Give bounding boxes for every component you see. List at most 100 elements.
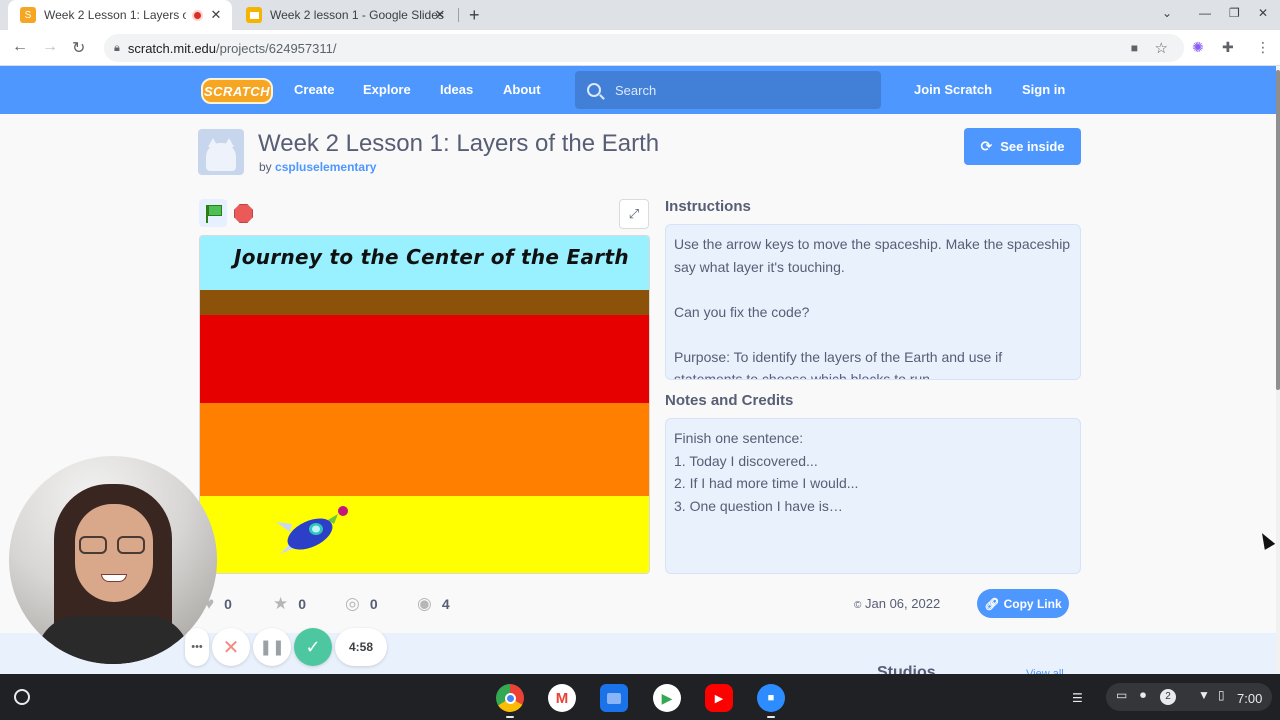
mouse-cursor-icon [1256,530,1276,550]
instructions-heading: Instructions [665,198,751,215]
see-inside-button[interactable]: ⟳ See inside [964,128,1081,165]
clipboard-icon[interactable]: ☰ [1072,691,1083,705]
os-shelf: M ▶ ▶ ■ ☰ ▭ ⏺ 2 ▼ ▯ 7:00 [0,674,1280,720]
project-stage[interactable]: Journey to the Center of the Earth [199,235,650,574]
close-window-icon[interactable]: ✕ [1258,6,1268,20]
youtube-app-icon[interactable]: ▶ [705,684,733,712]
tab-close-icon[interactable]: ✕ [432,7,448,23]
nav-explore[interactable]: Explore [363,82,411,97]
project-title: Week 2 Lesson 1: Layers of the Earth [258,130,660,157]
recorder-done-icon[interactable]: ✓ [294,628,332,666]
tab-google-slides[interactable]: Week 2 lesson 1 - Google Slides ✕ [234,0,456,30]
extensions-puzzle-icon[interactable]: ✚ [1222,39,1234,56]
views-stat: ◉ 4 [417,594,450,614]
join-scratch-link[interactable]: Join Scratch [914,82,992,97]
copyright-icon: © [854,600,862,611]
recording-indicator-icon [192,9,203,21]
nav-about[interactable]: About [503,82,541,97]
slides-favicon-icon [246,7,262,23]
lock-icon: 🔒︎ [114,41,120,54]
battery-icon: ▯ [1218,688,1225,702]
url-path: /projects/624957311/ [216,40,337,56]
share-date: © Jan 06, 2022 [854,596,940,611]
remix-arrows-icon: ⟳ [980,138,993,154]
back-arrow-icon[interactable]: ← [12,38,28,56]
notes-heading: Notes and Credits [665,392,794,409]
record-icon: ⏺ [1140,688,1147,702]
favorite-stat[interactable]: ★ 0 [273,594,306,614]
instructions-panel[interactable]: Use the arrow keys to move the spaceship… [665,224,1081,380]
notes-line: 2. If I had more time I would... [674,475,859,491]
extension-flower-icon[interactable]: ✺ [1192,39,1204,56]
forward-arrow-icon[interactable]: → [42,38,58,56]
presenter-mouth [101,574,127,582]
notes-line: Finish one sentence: [674,430,804,446]
tab-close-icon[interactable]: ✕ [208,7,224,23]
layer-mantle [200,315,649,403]
reload-icon[interactable]: ↻ [72,38,85,58]
running-indicator [506,716,514,718]
screen-cast-icon: ▭ [1116,688,1128,702]
author-link[interactable]: cspluselementary [275,160,376,174]
see-inside-label: See inside [1000,139,1065,154]
tab-search-chevron-icon[interactable]: ⌄ [1162,6,1172,20]
wifi-icon: ▼ [1198,688,1210,702]
recorder-timer: 4:58 [335,628,387,666]
gmail-app-icon[interactable]: M [548,684,576,712]
layer-crust [200,290,649,315]
search-input[interactable] [615,82,865,98]
notes-panel[interactable]: Finish one sentence: 1. Today I discover… [665,418,1081,574]
address-bar[interactable]: 🔒︎ scratch.mit.edu/projects/624957311/ ■… [104,34,1184,62]
by-label: by [259,160,272,174]
browser-menu-icon[interactable]: ⋮ [1256,39,1270,56]
bookmark-star-icon[interactable]: ☆ [1155,39,1168,57]
tab-separator [458,8,459,22]
notes-line: 1. Today I discovered... [674,452,818,469]
love-count: 0 [224,596,232,612]
minimize-icon[interactable]: — [1199,6,1211,20]
layer-inner-core [200,496,649,573]
url-host: scratch.mit.edu [127,40,217,56]
restore-icon[interactable]: ❐ [1229,6,1240,20]
stop-sign-icon[interactable] [234,204,253,223]
recorder-pause-icon[interactable]: ❚❚ [253,628,291,666]
tab-scratch-project[interactable]: S Week 2 Lesson 1: Layers of the Earth ✕ [8,0,232,30]
view-count: 4 [441,596,450,612]
cat-avatar-icon [206,138,236,171]
page-scrollbar[interactable] [1276,66,1280,674]
scratch-favicon-icon: S [20,7,36,23]
scrollbar-thumb[interactable] [1276,70,1280,390]
nav-create[interactable]: Create [294,82,334,97]
favorite-count: 0 [298,596,307,612]
files-app-icon[interactable] [600,684,628,712]
browser-tabstrip: S Week 2 Lesson 1: Layers of the Earth ✕… [0,0,1280,30]
search-box[interactable] [575,71,881,109]
running-indicator [767,716,775,718]
tab-title: Week 2 lesson 1 - Google Slides [270,8,444,22]
sign-in-link[interactable]: Sign in [1022,82,1065,97]
recorder-more-icon[interactable]: ••• [185,628,209,666]
copy-link-button[interactable]: 🔗︎ Copy Link [977,589,1069,618]
star-icon: ★ [273,594,289,613]
remix-stat: ◎ 0 [345,594,378,614]
scratch-logo[interactable]: SCRATCH [201,78,273,104]
search-icon [587,83,601,97]
green-flag-button[interactable] [199,199,227,227]
instructions-text: Use the arrow keys to move the spaceship… [674,236,1071,380]
chrome-app-icon[interactable] [496,684,524,712]
camera-icon[interactable]: ■ [1131,41,1138,55]
layer-outer-core [200,403,649,496]
launcher-icon[interactable] [14,689,30,705]
link-icon: 🔗︎ [984,596,1000,611]
fullscreen-icon[interactable]: ⤢ [619,199,649,229]
author-avatar[interactable] [198,129,244,175]
new-tab-icon[interactable]: + [469,5,480,26]
zoom-app-icon[interactable]: ■ [757,684,785,712]
tab-title: Week 2 Lesson 1: Layers of the Earth [44,8,186,22]
glasses-icon [79,536,149,556]
remix-spiral-icon: ◎ [345,594,360,613]
play-store-app-icon[interactable]: ▶ [653,684,681,712]
remix-count: 0 [369,596,378,612]
recorder-cancel-icon[interactable]: ✕ [212,628,250,666]
nav-ideas[interactable]: Ideas [440,82,473,97]
